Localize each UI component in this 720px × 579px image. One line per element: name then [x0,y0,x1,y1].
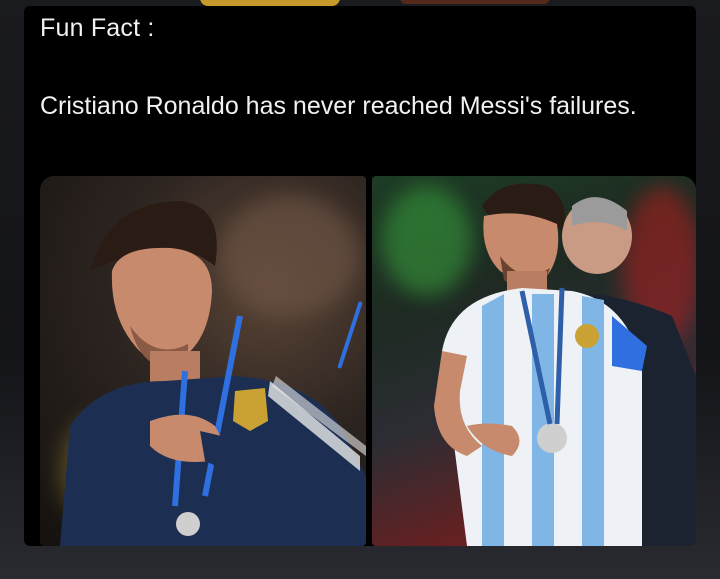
right-photo[interactable] [372,176,696,546]
app-background: Fun Fact : Cristiano Ronaldo has never r… [0,0,720,579]
post-card[interactable]: Fun Fact : Cristiano Ronaldo has never r… [24,6,696,546]
top-edge-image-fragment-2 [400,0,550,4]
player-illustration-right [434,183,696,546]
post-text: Cristiano Ronaldo has never reached Mess… [40,92,637,120]
player-illustration [60,201,366,546]
photo-grid [40,176,696,546]
left-photo[interactable] [40,176,366,546]
post-label: Fun Fact : [40,14,155,42]
